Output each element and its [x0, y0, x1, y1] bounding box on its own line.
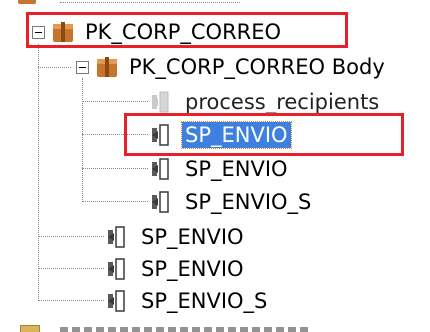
tree-guide-line	[38, 300, 104, 301]
tree-guide-line	[82, 101, 148, 102]
tree-guide-line	[38, 268, 104, 269]
procedure-label: SP_ENVIO	[141, 225, 244, 249]
tree-guide-line	[82, 201, 148, 202]
private-procedure-icon	[148, 89, 174, 115]
tree-guide-line	[38, 236, 104, 237]
procedure-icon	[104, 256, 130, 282]
procedure-icon	[148, 189, 174, 215]
tree-guide-line	[82, 168, 148, 169]
package-body-icon	[94, 55, 120, 79]
tree-node-procedure[interactable]: SP_ENVIO	[148, 155, 291, 183]
tree-node-procedure[interactable]: SP_ENVIO_S	[148, 188, 314, 216]
bottom-cutoff-row	[0, 322, 430, 332]
procedure-label: SP_ENVIO_S	[185, 190, 312, 214]
tree-guide-line	[38, 67, 71, 68]
tree-node-procedure[interactable]: SP_ENVIO	[104, 223, 247, 251]
highlight-box-selected-procedure	[124, 113, 404, 156]
procedure-icon	[148, 156, 174, 182]
tree-node-procedure[interactable]: process_recipients	[148, 88, 382, 116]
top-cutoff-row	[0, 0, 260, 6]
procedure-icon	[104, 288, 130, 314]
tree-guide-line	[82, 78, 83, 202]
tree-node-procedure[interactable]: SP_ENVIO_S	[104, 287, 270, 315]
tree-node-package-body[interactable]: PK_CORP_CORREO Body	[94, 53, 388, 81]
procedure-label: SP_ENVIO_S	[141, 289, 268, 313]
package-body-label: PK_CORP_CORREO Body	[129, 55, 385, 79]
procedure-label: SP_ENVIO	[141, 257, 244, 281]
collapse-toggle[interactable]	[76, 61, 89, 74]
procedure-label: process_recipients	[185, 90, 380, 114]
tree-node-procedure[interactable]: SP_ENVIO	[104, 255, 247, 283]
procedure-icon	[104, 224, 130, 250]
highlight-box-package	[26, 12, 348, 48]
procedure-label: SP_ENVIO	[185, 157, 288, 181]
tree-guide-line	[38, 44, 39, 299]
